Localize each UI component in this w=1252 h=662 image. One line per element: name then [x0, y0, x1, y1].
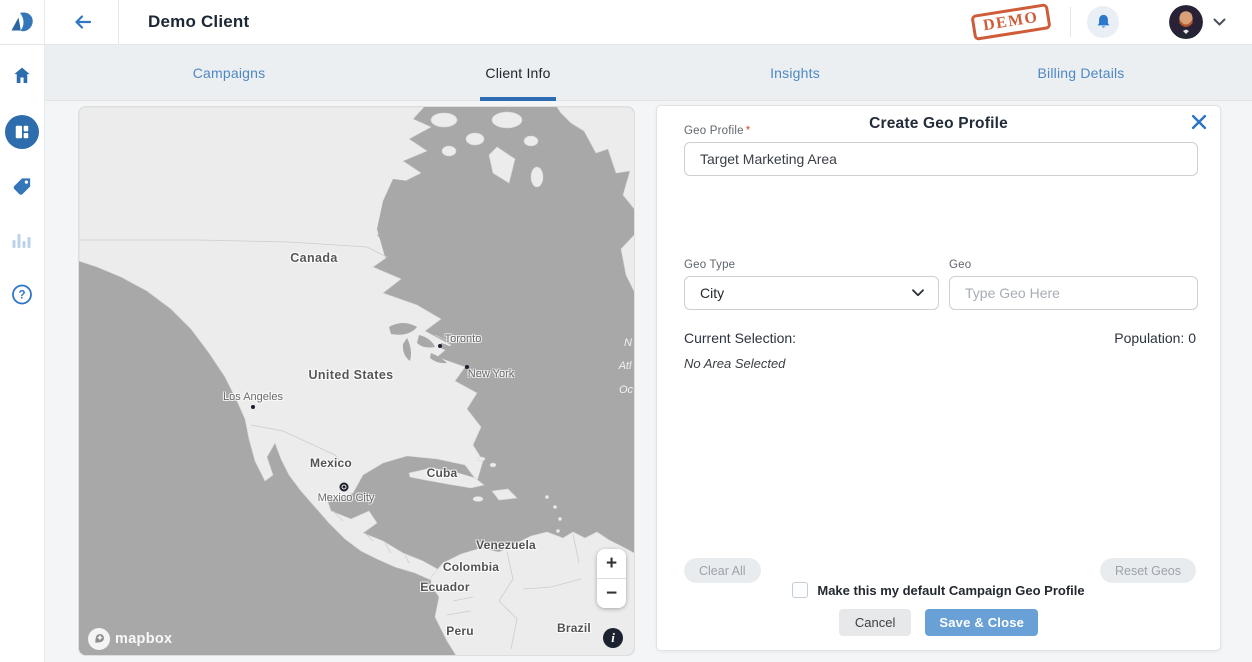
current-selection-row: Current Selection: Population: 0 [684, 330, 1196, 346]
geo-type-label: Geo Type [684, 259, 735, 271]
geo-profile-input[interactable] [684, 142, 1198, 176]
map-attribution-info-button[interactable]: i [603, 628, 623, 648]
page-title: Demo Client [148, 12, 249, 32]
header-right: DEMO [972, 5, 1252, 39]
los-angeles-dot [251, 405, 255, 409]
sidebar-item-dashboard-active[interactable] [5, 115, 39, 149]
bar-chart-icon [12, 231, 32, 249]
create-geo-profile-panel: Create Geo Profile Geo Profile* Geo Type… [656, 105, 1221, 651]
mapbox-logo[interactable]: mapbox [88, 628, 172, 650]
app-root: Demo Client DEMO [0, 0, 1252, 662]
map-label-canada: Canada [290, 251, 338, 265]
home-icon [12, 65, 33, 86]
reset-geos-button[interactable]: Reset Geos [1100, 558, 1196, 583]
notifications-button[interactable] [1087, 6, 1119, 38]
pill-button-row: Clear All Reset Geos [684, 558, 1196, 583]
header-divider [1070, 7, 1071, 37]
required-asterisk: * [746, 125, 751, 137]
default-profile-checkbox[interactable] [792, 582, 808, 598]
map-label-los-angeles: Los Angeles [223, 391, 283, 403]
default-profile-row: Make this my default Campaign Geo Profil… [657, 582, 1220, 598]
zoom-in-button[interactable]: + [597, 549, 626, 578]
map-label-mexico-city: Mexico City [318, 492, 375, 504]
avatar-image [1169, 5, 1203, 39]
geo-search-input[interactable] [949, 276, 1198, 310]
map-label-peru: Peru [446, 624, 473, 638]
app-logo[interactable] [0, 0, 45, 45]
back-button[interactable] [71, 11, 93, 33]
new-york-dot [465, 365, 469, 369]
svg-text:?: ? [18, 290, 25, 302]
map-label-mexico: Mexico [310, 456, 352, 470]
arrow-left-icon [71, 11, 93, 33]
sidebar-item-tags[interactable] [11, 175, 34, 198]
bell-icon [1094, 12, 1113, 32]
close-panel-button[interactable] [1191, 114, 1207, 130]
map-label-colombia: Colombia [443, 560, 499, 574]
close-icon [1191, 114, 1207, 130]
map-label-ocean-line3: Oc [619, 384, 633, 396]
cancel-button[interactable]: Cancel [839, 609, 911, 636]
demo-stamp-badge: DEMO [971, 3, 1052, 41]
geo-type-select[interactable]: City [684, 276, 939, 310]
map-label-brazil: Brazil [557, 621, 591, 635]
mapbox-wordmark: mapbox [115, 631, 172, 647]
save-and-close-button[interactable]: Save & Close [925, 609, 1038, 636]
map-label-venezuela: Venezuela [476, 538, 536, 552]
sidebar-item-analytics[interactable] [12, 231, 32, 249]
mexico-city-marker [340, 483, 349, 492]
default-profile-checkbox-label: Make this my default Campaign Geo Profil… [817, 583, 1084, 598]
map-canvas[interactable]: Canada United States Mexico Cuba Venezue… [78, 106, 635, 656]
geo-profile-label: Geo Profile* [684, 125, 750, 137]
tab-bar: Campaigns Client Info Insights Billing D… [45, 45, 1252, 101]
tab-insights[interactable]: Insights [770, 65, 820, 81]
sidebar-item-help[interactable]: ? [11, 283, 34, 306]
active-tab-indicator [480, 97, 556, 101]
select-chevron-icon [912, 289, 924, 297]
tab-campaigns[interactable]: Campaigns [193, 65, 266, 81]
current-selection-label: Current Selection: [684, 330, 796, 346]
map-label-ocean-line1: N [624, 337, 632, 349]
sidebar: ? [0, 45, 45, 662]
avatar[interactable] [1169, 5, 1203, 39]
map-label-ocean-line2: Atl [619, 360, 632, 372]
geo-type-selected-value: City [700, 285, 724, 301]
tag-icon [11, 175, 34, 198]
map-label-toronto: Toronto [445, 333, 482, 345]
tab-client-info[interactable]: Client Info [485, 65, 550, 81]
toronto-dot [438, 344, 442, 348]
clear-all-button[interactable]: Clear All [684, 558, 761, 583]
no-area-selected-text: No Area Selected [684, 356, 785, 371]
map-label-cuba: Cuba [427, 466, 458, 480]
map-label-new-york: New York [468, 368, 514, 380]
map-label-united-states: United States [308, 368, 393, 382]
header: Demo Client DEMO [0, 0, 1252, 45]
brand-logo-icon [9, 9, 35, 35]
sidebar-item-home[interactable] [12, 65, 33, 86]
map-label-ecuador: Ecuador [420, 580, 469, 594]
map-zoom-control: + − [597, 549, 626, 608]
chevron-down-icon[interactable] [1213, 18, 1226, 27]
geo-label: Geo [949, 259, 971, 271]
mapbox-icon [88, 628, 110, 650]
help-icon: ? [11, 283, 34, 306]
zoom-out-button[interactable]: − [597, 579, 626, 608]
layout-grid-icon [12, 122, 32, 142]
tab-billing-details[interactable]: Billing Details [1037, 65, 1124, 81]
back-cell [45, 0, 119, 45]
action-button-row: Cancel Save & Close [657, 609, 1220, 636]
population-readout: Population: 0 [1114, 330, 1196, 346]
